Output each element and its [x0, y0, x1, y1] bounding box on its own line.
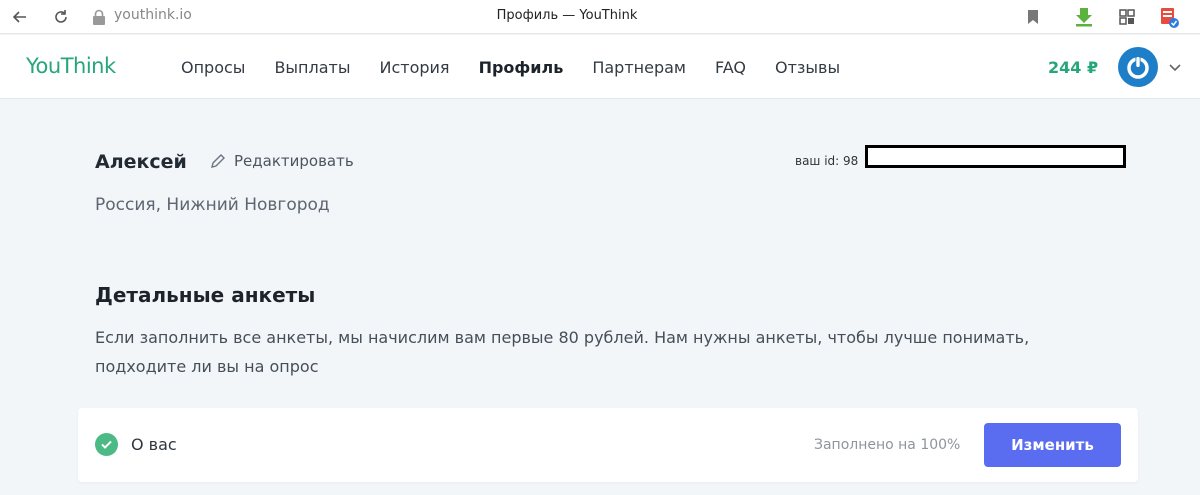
pdf-extension-icon[interactable]: [1158, 6, 1180, 28]
bookmark-icon[interactable]: [1022, 6, 1044, 28]
edit-profile-label: Редактировать: [234, 152, 354, 170]
redacted-box: [865, 145, 1126, 168]
menu-item-reviews[interactable]: Отзывы: [775, 58, 840, 77]
edit-questionnaire-button[interactable]: Изменить: [984, 423, 1121, 467]
chevron-down-icon[interactable]: [1167, 59, 1183, 75]
section-description: Если заполнить все анкеты, мы начислим в…: [95, 328, 1030, 376]
user-location: Россия, Нижний Новгород: [95, 195, 330, 215]
pencil-icon: [211, 154, 225, 168]
download-arrow-icon[interactable]: [1073, 6, 1095, 28]
user-id: ваш id: 98: [795, 154, 859, 168]
site-logo[interactable]: YouThink: [26, 54, 116, 78]
tab-title: Профиль — YouThink: [496, 8, 638, 23]
questionnaire-label: О вас: [131, 435, 177, 454]
user-name: Алексей: [95, 151, 187, 173]
menu-item-payouts[interactable]: Выплаты: [274, 58, 350, 77]
browser-toolbar: youthink.io Профиль — YouThink: [0, 0, 1200, 34]
balance[interactable]: 244 ₽: [1048, 58, 1098, 77]
menu-item-partners[interactable]: Партнерам: [592, 58, 686, 77]
site-header: YouThink Опросы Выплаты История Профиль …: [0, 35, 1200, 99]
menu-item-profile[interactable]: Профиль: [479, 58, 564, 77]
extension-icon[interactable]: [1116, 6, 1138, 28]
menu-item-faq[interactable]: FAQ: [715, 58, 746, 77]
check-circle-icon: [95, 433, 118, 456]
menu-item-surveys[interactable]: Опросы: [181, 58, 245, 77]
questionnaire-card: О вас Заполнено на 100% Изменить: [78, 408, 1138, 482]
main-menu: Опросы Выплаты История Профиль Партнерам…: [181, 58, 869, 77]
menu-item-history[interactable]: История: [380, 58, 450, 77]
edit-profile-link[interactable]: Редактировать: [210, 152, 354, 170]
questionnaire-progress: Заполнено на 100%: [814, 437, 961, 453]
section-title: Детальные анкеты: [95, 283, 316, 307]
power-icon: [1127, 56, 1149, 79]
avatar[interactable]: [1118, 47, 1158, 87]
